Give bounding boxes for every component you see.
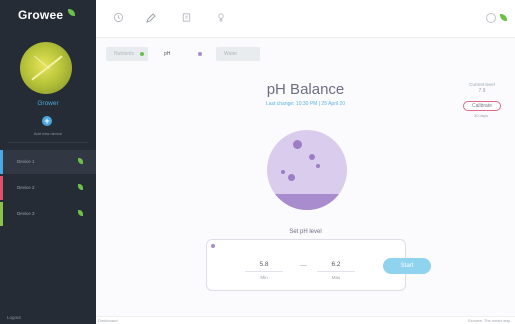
range-separator: — bbox=[300, 262, 307, 269]
start-button[interactable]: Start bbox=[383, 258, 431, 274]
max-ph-field[interactable]: 6.2 Max bbox=[317, 258, 355, 284]
leaf-icon bbox=[78, 210, 83, 216]
sidebar: Growee Grower + Add new device Device 1 … bbox=[0, 0, 96, 324]
top-bar bbox=[96, 0, 515, 38]
book-icon[interactable] bbox=[180, 12, 193, 25]
footer-right-text: Growee. The smart way. bbox=[467, 318, 511, 323]
last-change-text: Last change: 10:30 PM | 25 April 20 bbox=[265, 101, 346, 107]
leaf-icon bbox=[78, 184, 83, 190]
brand-leaf-icon bbox=[68, 9, 75, 16]
tab-dot-icon bbox=[140, 52, 144, 56]
main-content: Nutrients pH Water pH Balance Last chang… bbox=[96, 38, 515, 316]
bulb-icon[interactable] bbox=[214, 12, 227, 25]
calibrate-button[interactable]: Calibrate bbox=[463, 101, 501, 111]
clock-icon[interactable] bbox=[112, 12, 125, 25]
logout-link[interactable]: Logout bbox=[7, 315, 21, 320]
tab-label: pH bbox=[164, 51, 171, 57]
bubble-icon bbox=[316, 164, 320, 168]
tab-label: Water bbox=[224, 51, 238, 57]
leaf-icon bbox=[78, 158, 83, 164]
page-title: pH Balance bbox=[266, 81, 345, 98]
avatar-leaf-vein-secondary bbox=[34, 55, 50, 70]
sidebar-item-device-3[interactable]: Device 3 bbox=[0, 202, 96, 226]
max-ph-label: Max bbox=[331, 275, 341, 280]
device-label: Device 1 bbox=[17, 159, 35, 164]
set-ph-label: Set pH level bbox=[289, 229, 322, 235]
current-level-value: 7.9 bbox=[478, 88, 486, 94]
footer: Dashboard Growee. The smart way. bbox=[96, 316, 515, 324]
liquid-level bbox=[267, 194, 347, 210]
leaf-icon[interactable] bbox=[500, 14, 507, 21]
max-ph-input[interactable]: 6.2 bbox=[317, 258, 355, 272]
profile-name[interactable]: Grower bbox=[0, 100, 96, 107]
calibrate-note: 30 days bbox=[473, 113, 488, 118]
set-ph-panel: 5.8 Min — 6.2 Max Start bbox=[206, 239, 431, 291]
ph-dot-icon bbox=[211, 244, 215, 248]
add-device-icon[interactable]: + bbox=[42, 116, 52, 126]
tab-water[interactable]: Water bbox=[216, 47, 260, 61]
add-device-label[interactable]: Add new device bbox=[0, 131, 96, 136]
min-ph-label: Min bbox=[260, 275, 268, 280]
brand-logo[interactable]: Growee bbox=[18, 8, 63, 22]
device-label: Device 2 bbox=[17, 185, 35, 190]
bubble-icon bbox=[281, 170, 285, 174]
sidebar-item-device-2[interactable]: Device 2 bbox=[0, 176, 96, 200]
ph-illustration bbox=[267, 130, 347, 210]
bubble-icon bbox=[293, 140, 302, 149]
gear-icon[interactable] bbox=[486, 13, 496, 23]
tab-dot-icon bbox=[198, 52, 202, 56]
sidebar-item-device-1[interactable]: Device 1 bbox=[0, 150, 96, 174]
footer-left-text: Dashboard bbox=[98, 318, 118, 323]
tab-nutrients[interactable]: Nutrients bbox=[106, 47, 148, 61]
min-ph-field[interactable]: 5.8 Min bbox=[245, 258, 283, 284]
sidebar-divider bbox=[8, 142, 88, 143]
current-level-label: Current level bbox=[469, 82, 495, 87]
avatar[interactable] bbox=[20, 42, 72, 94]
bubble-icon bbox=[309, 154, 315, 160]
tab-label: Nutrients bbox=[114, 51, 135, 57]
device-label: Device 3 bbox=[17, 211, 35, 216]
bubble-icon bbox=[288, 174, 295, 181]
min-ph-input[interactable]: 5.8 bbox=[245, 258, 283, 272]
tab-ph[interactable]: pH bbox=[156, 47, 208, 61]
pencil-icon[interactable] bbox=[144, 12, 157, 25]
